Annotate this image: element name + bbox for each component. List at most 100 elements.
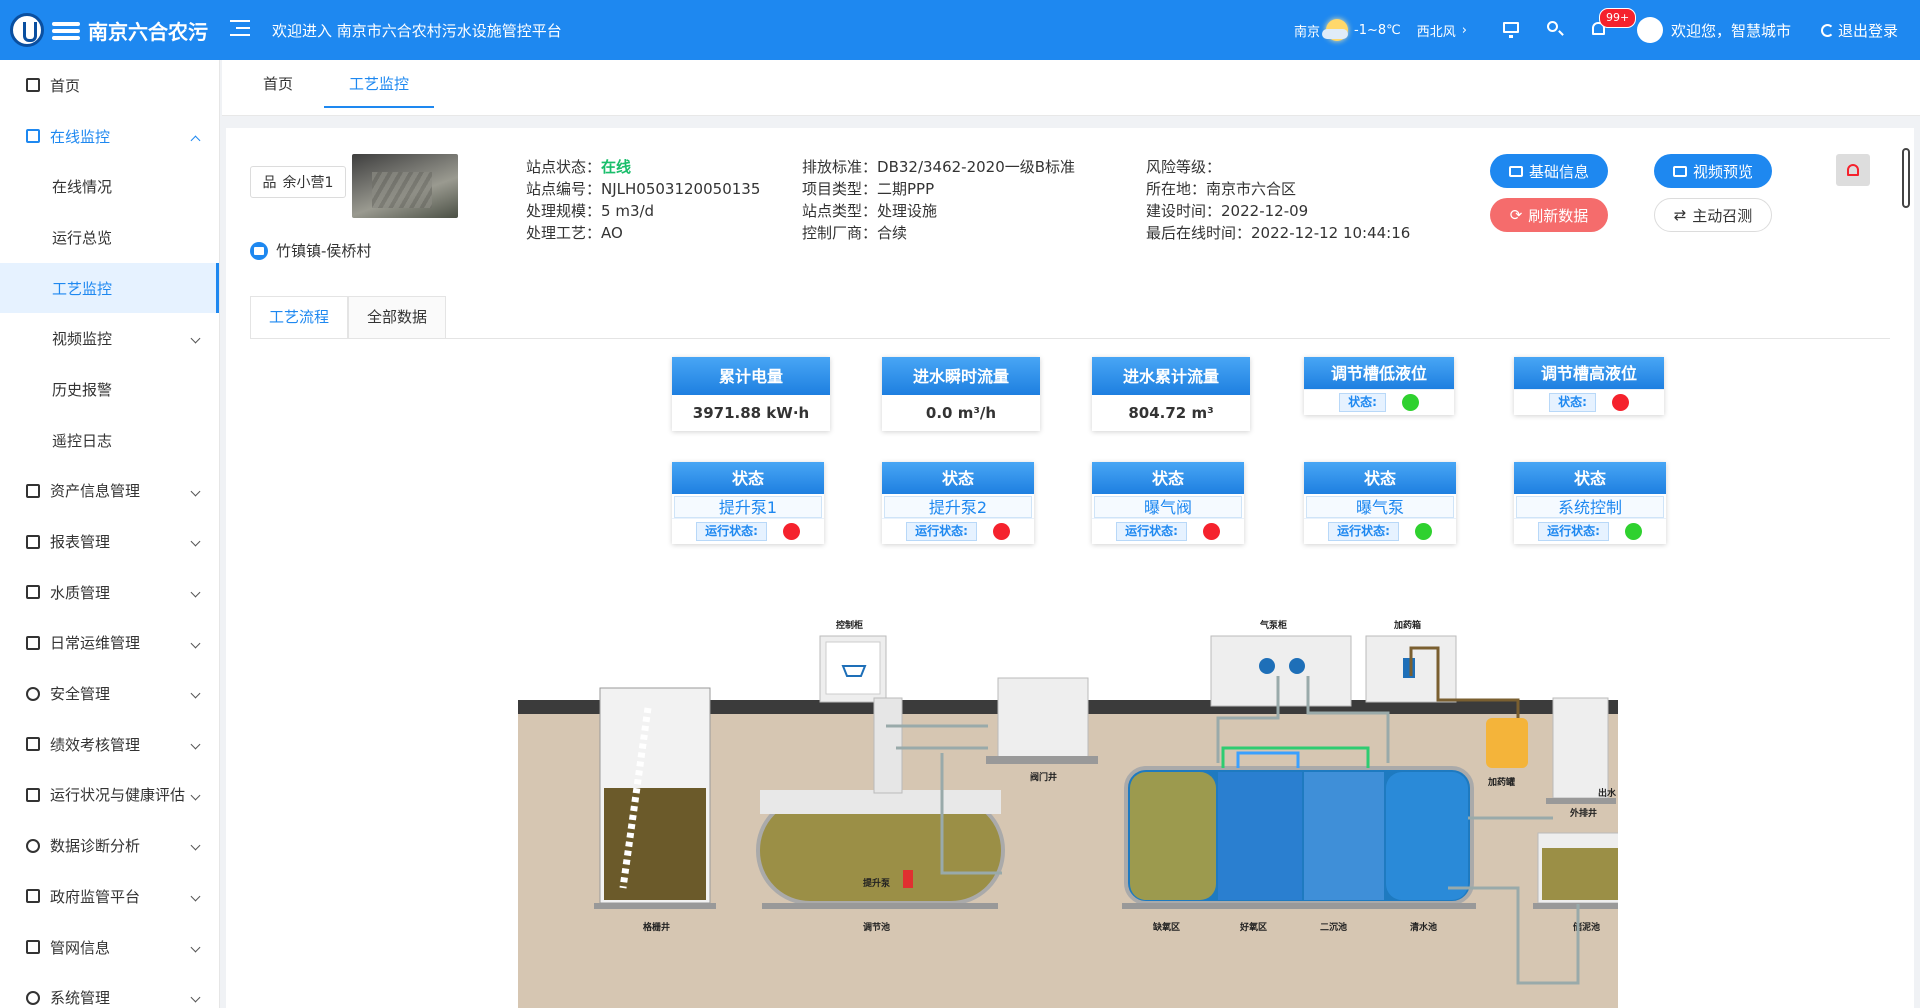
chevron-down-icon	[190, 536, 201, 547]
sidebar-item-health[interactable]: 运行状况与健康评估	[0, 770, 219, 821]
chevron-down-icon	[190, 739, 201, 750]
status-line: 运行状态:	[1092, 518, 1244, 544]
sidebar-item-diagnosis[interactable]: 数据诊断分析	[0, 820, 219, 871]
air-pump-cabinet[interactable]: 气泵柜	[1210, 619, 1352, 707]
main-reaction-tank[interactable]: 缺氧区 好氧区 二沉池 清水池	[1122, 766, 1476, 933]
refresh-icon: ⟳	[1509, 206, 1523, 224]
card-title: 调节槽低液位	[1304, 357, 1454, 389]
chevron-down-icon	[190, 992, 201, 1003]
label-secondary-clarifier: 二沉池	[1320, 921, 1347, 933]
device-name: 曝气泵	[1306, 496, 1454, 518]
logo[interactable]: 南京六合农污	[10, 12, 208, 48]
avatar[interactable]	[1636, 17, 1663, 43]
sidebar: 首页 在线监控 在线情况 运行总览 工艺监控 视频监控 历史报警 遥控日志 资产…	[0, 60, 220, 1008]
weather-wind: 西北风	[1416, 24, 1456, 40]
info-value: 合续	[877, 224, 908, 242]
info-value: 南京市六合区	[1206, 180, 1297, 198]
fullscreen-monitor-button[interactable]	[1489, 0, 1533, 60]
sidebar-item-alarm-history[interactable]: 历史报警	[0, 364, 219, 415]
vertical-scrollbar[interactable]	[1902, 148, 1910, 208]
label-dosing-box: 加药箱	[1393, 619, 1421, 631]
info-key: 所在地：	[1146, 180, 1207, 198]
sidebar-item-performance[interactable]: 绩效考核管理	[0, 719, 219, 770]
sidebar-item-label: 报表管理	[50, 533, 111, 552]
user-greeting[interactable]: 欢迎您，智慧城市	[1671, 20, 1791, 41]
status-tag: 运行状态:	[1328, 522, 1399, 541]
search-button[interactable]	[1533, 0, 1577, 60]
logout-icon	[1820, 23, 1834, 37]
active-call-button[interactable]: ⇄ 主动召测	[1654, 198, 1772, 232]
pie-icon	[26, 838, 40, 853]
status-tag: 状态:	[1339, 393, 1386, 412]
info-key: 控制厂商：	[802, 224, 878, 242]
calendar-icon	[26, 635, 40, 650]
site-status-value: 在线	[601, 158, 632, 176]
status-indicator	[1611, 394, 1629, 411]
grid-icon	[26, 787, 40, 802]
info-key: 站点类型：	[802, 202, 878, 220]
device-card-lift-pump-2: 状态 提升泵2 运行状态:	[882, 462, 1034, 544]
sidebar-item-daily-ops[interactable]: 日常运维管理	[0, 618, 219, 669]
sidebar-item-pipe-network[interactable]: 管网信息	[0, 922, 219, 973]
village-name: 竹镇镇-侯桥村	[276, 242, 372, 260]
info-key: 项目类型：	[802, 180, 878, 198]
card-title: 调节槽高液位	[1514, 357, 1664, 389]
sidebar-item-remote-log[interactable]: 遥控日志	[0, 415, 219, 466]
sidebar-item-process-monitor[interactable]: 工艺监控	[0, 262, 219, 314]
notification-button[interactable]: 99+	[1577, 0, 1637, 60]
sidebar-item-gov[interactable]: 政府监管平台	[0, 871, 219, 922]
waves-icon	[50, 14, 82, 46]
sidebar-item-asset[interactable]: 资产信息管理	[0, 466, 219, 517]
control-cabinet[interactable]: 控制柜	[819, 619, 887, 703]
site-photo[interactable]	[352, 154, 458, 218]
button-label: 主动召测	[1692, 206, 1753, 225]
sidebar-item-home[interactable]: 首页	[0, 60, 219, 111]
wind-arrow-icon: ›	[1461, 22, 1467, 38]
sidebar-item-online-monitor[interactable]: 在线监控	[0, 111, 219, 162]
sidebar-item-system[interactable]: 系统管理	[0, 972, 219, 1008]
info-value: 2022-12-12 10:44:16	[1251, 224, 1411, 242]
sidebar-item-video-monitor[interactable]: 视频监控	[0, 313, 219, 364]
sidebar-item-water-quality[interactable]: 水质管理	[0, 567, 219, 618]
tab-process-monitor[interactable]: 工艺监控	[324, 60, 434, 108]
screen-well[interactable]: 格栅井	[594, 687, 716, 933]
chevron-down-icon	[190, 891, 201, 902]
refresh-data-button[interactable]: ⟳ 刷新数据	[1490, 198, 1608, 232]
status-tag: 运行状态:	[1116, 522, 1187, 541]
sidebar-item-online-status[interactable]: 在线情况	[0, 161, 219, 212]
tab-home[interactable]: 首页	[240, 60, 316, 108]
info-row-code: 站点编号：NJLH0503120050135	[526, 178, 760, 200]
video-preview-button[interactable]: 视频预览	[1654, 154, 1772, 188]
subtab-all-data[interactable]: 全部数据	[348, 296, 447, 338]
sidebar-item-operation-overview[interactable]: 运行总览	[0, 212, 219, 263]
chevron-down-icon	[190, 333, 201, 344]
info-key: 站点编号：	[526, 180, 602, 198]
device-name: 曝气阀	[1094, 496, 1242, 518]
logo-icon	[10, 13, 44, 47]
weather-temp: -1~8℃	[1354, 22, 1401, 38]
org-icon: 品	[262, 175, 277, 191]
outer-drain-well[interactable]: 外排井 出水	[1546, 697, 1617, 819]
info-row-build-date: 建设时间：2022-12-09	[1146, 200, 1410, 222]
info-value: 2022-12-09	[1221, 202, 1309, 220]
status-indicator	[992, 523, 1010, 540]
process-flow-diagram: 控制柜 气泵柜 加药箱 格栅井 调节池 提升泵 阀门井 缺氧区 好氧区 二沉池 …	[518, 619, 1618, 1008]
site-select-button[interactable]: 品 余小营1	[250, 166, 346, 198]
basic-info-button[interactable]: 基础信息	[1490, 154, 1608, 188]
info-row-last-online: 最后在线时间：2022-12-12 10:44:16	[1146, 222, 1410, 244]
chart-line-icon	[26, 129, 40, 144]
sidebar-item-report[interactable]: 报表管理	[0, 516, 219, 567]
subtab-process-flow[interactable]: 工艺流程	[250, 296, 349, 339]
logout-button[interactable]: 退出登录	[1820, 20, 1898, 41]
alarm-bell-button[interactable]	[1836, 154, 1870, 186]
site-name: 余小营1	[282, 175, 334, 191]
status-line: 状态:	[1514, 389, 1664, 415]
menu-toggle-icon[interactable]	[230, 18, 252, 38]
button-label: 基础信息	[1528, 162, 1589, 181]
search-icon	[1546, 21, 1558, 32]
partly-sunny-icon	[1322, 19, 1349, 41]
swap-icon: ⇄	[1673, 206, 1687, 224]
sidebar-item-safety[interactable]: 安全管理	[0, 668, 219, 719]
info-row-process: 处理工艺：AO	[526, 222, 760, 244]
chevron-up-icon	[190, 135, 201, 146]
